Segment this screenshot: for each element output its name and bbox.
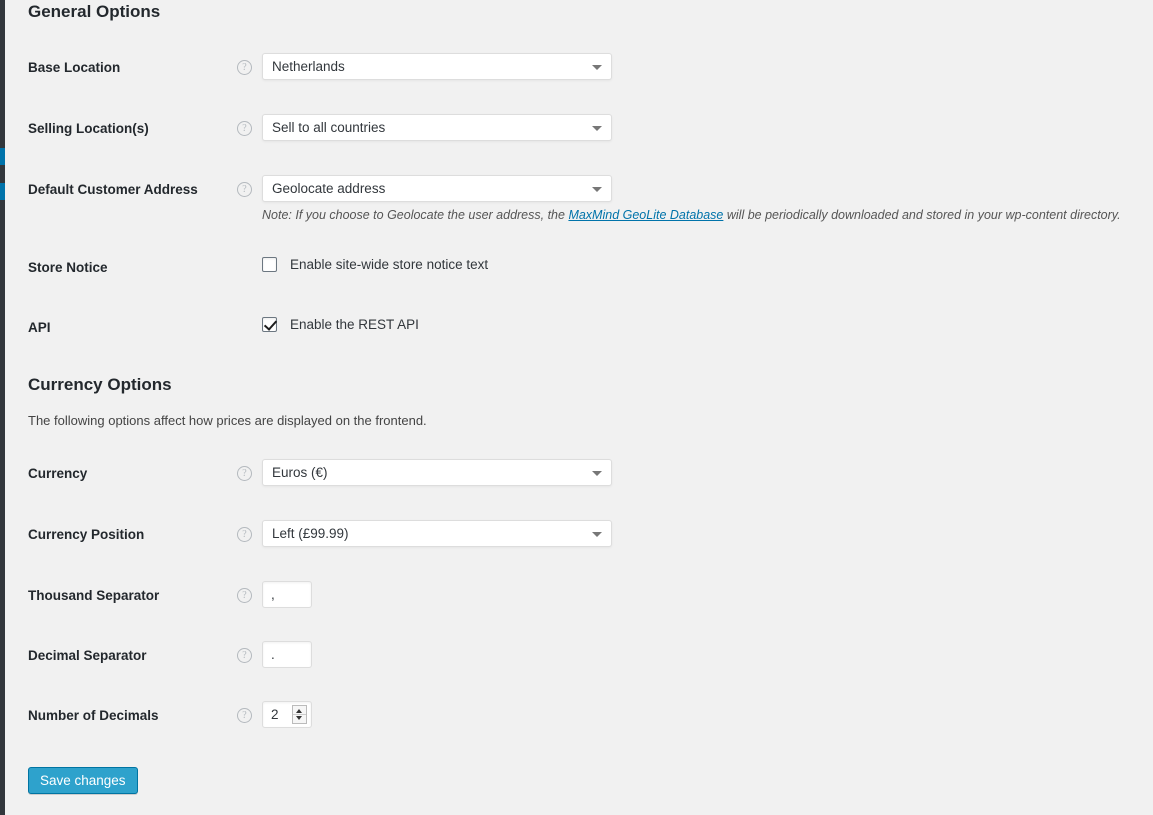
selling-locations-label: Selling Location(s)	[28, 121, 149, 136]
base-location-select[interactable]: Netherlands	[262, 53, 612, 80]
help-icon[interactable]: ?	[237, 527, 252, 542]
chevron-down-icon	[592, 126, 602, 131]
decimal-separator-input[interactable]	[262, 641, 312, 668]
number-of-decimals-input[interactable]: 2	[262, 701, 312, 728]
maxmind-geolite-database-link[interactable]: MaxMind GeoLite Database	[568, 208, 723, 222]
chevron-down-icon	[592, 471, 602, 476]
geolocate-note-text-before: Note: If you choose to Geolocate the use…	[262, 208, 569, 222]
api-checkbox-wrap[interactable]: Enable the REST API	[262, 317, 419, 332]
thousand-separator-input[interactable]	[262, 581, 312, 608]
number-stepper[interactable]	[292, 705, 307, 724]
selling-locations-select[interactable]: Sell to all countries	[262, 114, 612, 141]
default-customer-address-value: Geolocate address	[272, 181, 386, 196]
default-customer-address-label: Default Customer Address	[28, 182, 198, 197]
chevron-down-icon	[592, 532, 602, 537]
currency-options-heading: Currency Options	[28, 375, 172, 394]
currency-options-intro: The following options affect how prices …	[28, 413, 427, 428]
default-customer-address-select[interactable]: Geolocate address	[262, 175, 612, 202]
thousand-separator-label: Thousand Separator	[28, 588, 160, 603]
number-of-decimals-label: Number of Decimals	[28, 708, 159, 723]
help-icon[interactable]: ?	[237, 182, 252, 197]
store-notice-label: Store Notice	[28, 260, 108, 275]
stepper-divider	[293, 714, 306, 715]
geolocate-note-text-after: will be periodically downloaded and stor…	[723, 208, 1121, 222]
chevron-down-icon	[592, 187, 602, 192]
number-of-decimals-value: 2	[271, 707, 279, 722]
woocommerce-settings-page: General Options Base Location ? Netherla…	[0, 0, 1153, 815]
help-icon[interactable]: ?	[237, 708, 252, 723]
store-notice-checkbox-wrap[interactable]: Enable site-wide store notice text	[262, 257, 488, 272]
currency-value: Euros (€)	[272, 465, 328, 480]
help-icon[interactable]: ?	[237, 121, 252, 136]
chevron-down-icon	[592, 65, 602, 70]
api-label: API	[28, 320, 51, 335]
decimal-separator-label: Decimal Separator	[28, 648, 147, 663]
base-location-label: Base Location	[28, 60, 121, 75]
help-icon[interactable]: ?	[237, 648, 252, 663]
selling-locations-value: Sell to all countries	[272, 120, 386, 135]
rest-api-checkbox[interactable]	[262, 317, 277, 332]
currency-label: Currency	[28, 466, 88, 481]
stepper-down-icon[interactable]	[296, 716, 302, 720]
base-location-value: Netherlands	[272, 59, 345, 74]
save-changes-button[interactable]: Save changes	[28, 767, 138, 794]
currency-position-label: Currency Position	[28, 527, 145, 542]
settings-content: General Options Base Location ? Netherla…	[5, 0, 1153, 815]
general-options-heading: General Options	[28, 2, 161, 21]
geolocate-note: Note: If you choose to Geolocate the use…	[262, 207, 1121, 223]
store-notice-checkbox-label[interactable]: Enable site-wide store notice text	[290, 257, 488, 272]
help-icon[interactable]: ?	[237, 60, 252, 75]
help-icon[interactable]: ?	[237, 466, 252, 481]
rest-api-checkbox-label[interactable]: Enable the REST API	[290, 317, 419, 332]
stepper-up-icon[interactable]	[296, 709, 302, 713]
store-notice-checkbox[interactable]	[262, 257, 277, 272]
currency-position-select[interactable]: Left (£99.99)	[262, 520, 612, 547]
currency-position-value: Left (£99.99)	[272, 526, 349, 541]
help-icon[interactable]: ?	[237, 588, 252, 603]
currency-select[interactable]: Euros (€)	[262, 459, 612, 486]
